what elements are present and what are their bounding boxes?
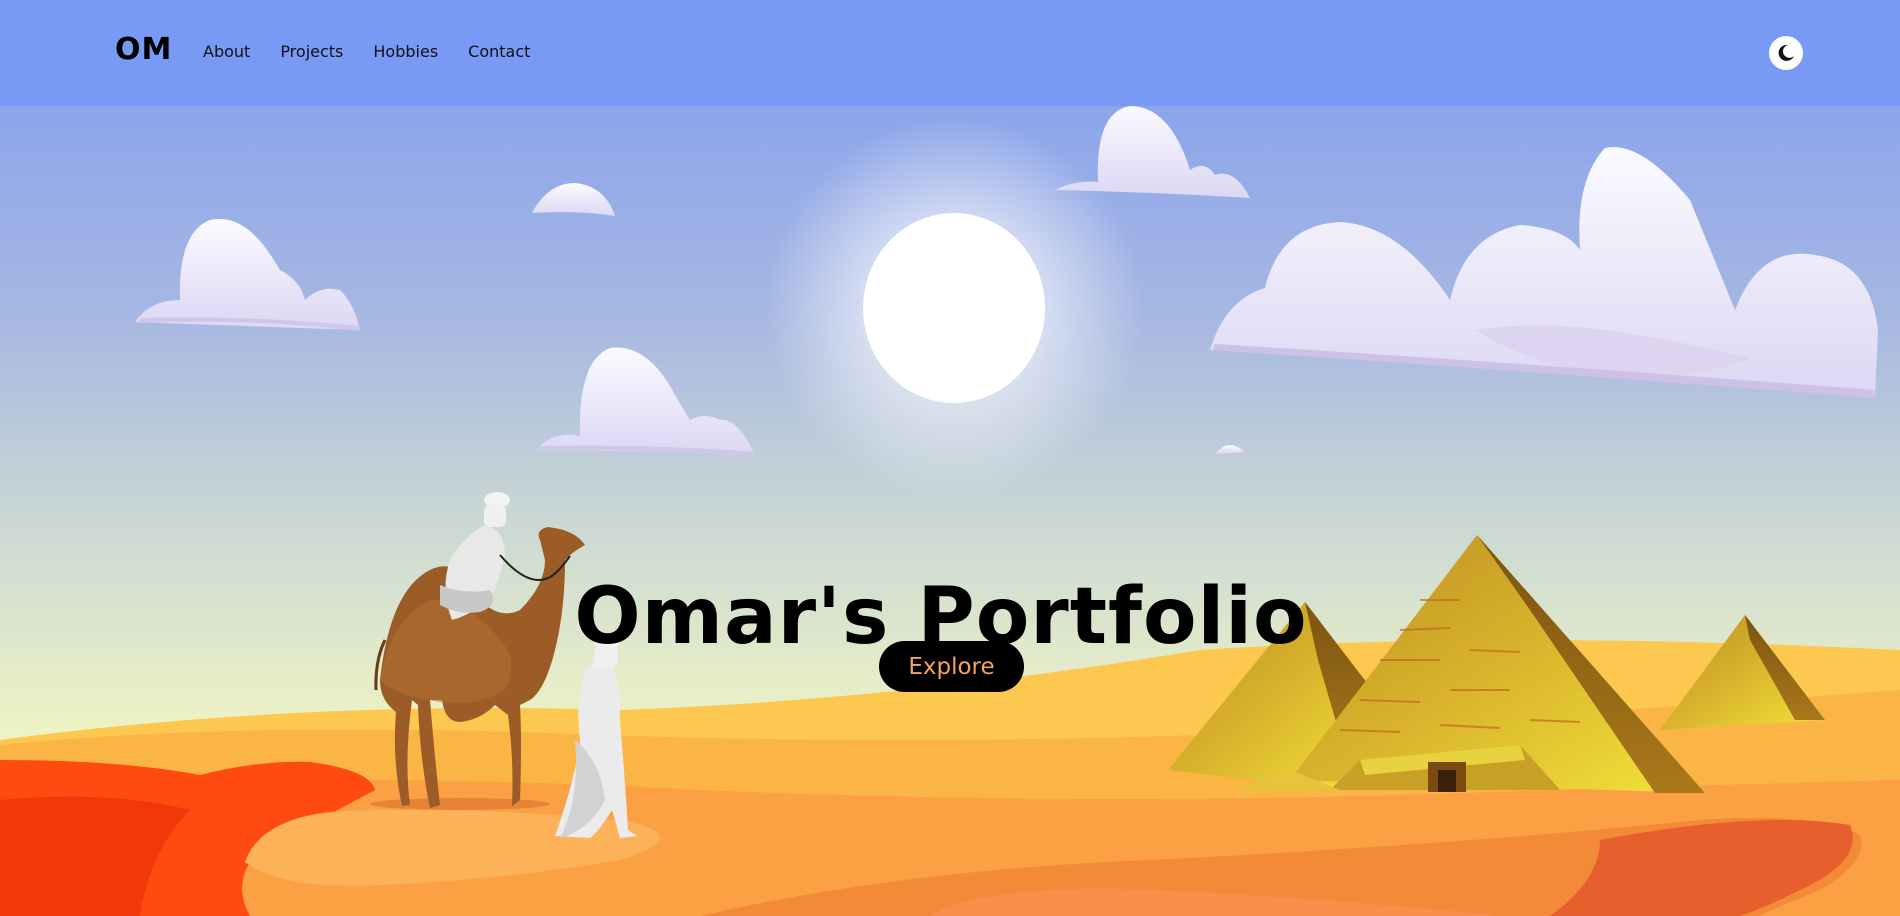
nav-link-contact[interactable]: Contact xyxy=(468,42,530,61)
site-logo[interactable]: OM xyxy=(115,32,172,67)
moon-icon xyxy=(1778,44,1794,61)
nav-link-hobbies[interactable]: Hobbies xyxy=(373,42,438,61)
theme-toggle-button[interactable] xyxy=(1769,36,1803,70)
explore-button[interactable]: Explore xyxy=(879,641,1024,692)
nav-link-about[interactable]: About xyxy=(203,42,250,61)
sun xyxy=(764,118,1144,498)
nav-links: About Projects Hobbies Contact xyxy=(203,42,560,61)
navbar: OM About Projects Hobbies Contact xyxy=(0,0,1900,106)
nav-link-projects[interactable]: Projects xyxy=(280,42,343,61)
desert-illustration xyxy=(0,0,1900,916)
